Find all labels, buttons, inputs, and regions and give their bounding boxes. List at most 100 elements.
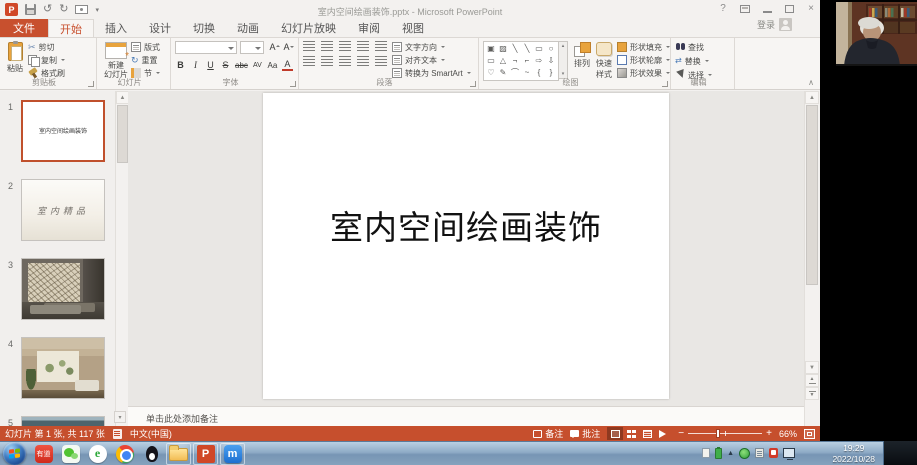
taskbar-360-browser[interactable]: e xyxy=(85,443,110,465)
slide-editing-area[interactable]: 室内空间绘画装饰 xyxy=(128,91,804,406)
tray-battery-icon[interactable] xyxy=(715,448,722,459)
italic-button[interactable]: I xyxy=(190,61,201,70)
shapes-gallery[interactable]: ▣ ▨ ╲ ╲ ▭ ○ ▭ △ ¬ ⌐ ⇨ ⇩ ♡ ✎ ⌒ xyxy=(483,41,559,81)
font-color-button[interactable]: A xyxy=(282,60,293,71)
tray-antivirus-icon[interactable] xyxy=(739,448,750,459)
shape-icon[interactable]: ○ xyxy=(545,43,557,55)
underline-button[interactable]: U xyxy=(205,61,216,70)
tab-animations[interactable]: 动画 xyxy=(226,19,270,37)
tab-file[interactable]: 文件 xyxy=(0,19,48,37)
taskbar-clock[interactable]: 19:29 2022/10/28 xyxy=(832,443,875,464)
slide-sorter-view-button[interactable] xyxy=(623,427,639,440)
thumbnail-image-2[interactable]: 室内精品 xyxy=(21,179,105,241)
taskbar-powerpoint[interactable]: P xyxy=(193,443,218,465)
align-center-icon[interactable] xyxy=(321,56,333,66)
thumbnail-slide-4[interactable]: 4 xyxy=(0,337,115,403)
font-name-combo[interactable] xyxy=(175,41,237,54)
notes-toggle[interactable]: 备注 xyxy=(533,427,563,440)
font-dialog-launcher[interactable] xyxy=(290,81,296,87)
tray-expand-icon[interactable]: ▲ xyxy=(727,450,734,457)
tab-view[interactable]: 视图 xyxy=(391,19,435,37)
text-direction-button[interactable]: 文字方向 xyxy=(392,41,471,53)
scroll-up-icon[interactable]: ▲ xyxy=(805,91,819,104)
thumbnail-scrollbar-thumb[interactable] xyxy=(117,105,128,163)
tab-transitions[interactable]: 切换 xyxy=(182,19,226,37)
shape-icon[interactable]: ¬ xyxy=(509,55,521,67)
shape-icon[interactable]: ⇩ xyxy=(545,55,557,67)
copy-button[interactable]: 复制 xyxy=(28,54,65,66)
scroll-down-icon[interactable]: ▼ xyxy=(805,361,819,374)
zoom-out-button[interactable]: − xyxy=(678,429,684,439)
shape-icon[interactable]: ▣ xyxy=(485,43,497,55)
collapse-ribbon-icon[interactable]: ∧ xyxy=(808,78,814,87)
quick-styles-button[interactable]: 快速样式 xyxy=(593,41,615,81)
thumbnail-slide-3[interactable]: 3 xyxy=(0,258,115,324)
paragraph-dialog-launcher[interactable] xyxy=(470,81,476,87)
zoom-in-button[interactable]: + xyxy=(766,429,772,439)
redo-icon[interactable]: ↻ xyxy=(59,4,68,15)
replace-button[interactable]: ⇄ 替换 xyxy=(675,55,730,67)
shapes-scroll-up-icon[interactable]: ▴ xyxy=(562,43,565,49)
thumbnail-image-4[interactable] xyxy=(21,337,105,399)
notes-collapse-icon[interactable]: ▾ xyxy=(114,411,126,423)
shrink-font-button[interactable]: A xyxy=(281,43,292,52)
thumbnail-slide-2[interactable]: 2 室内精品 xyxy=(0,179,115,245)
spellcheck-icon[interactable] xyxy=(113,429,122,439)
normal-view-button[interactable] xyxy=(607,427,623,440)
taskbar-meeting-app[interactable]: m xyxy=(220,443,245,465)
shape-icon[interactable]: ⌐ xyxy=(521,55,533,67)
find-button[interactable]: 查找 xyxy=(675,41,730,53)
thumbnail-slide-5[interactable]: 5 xyxy=(0,416,115,426)
comments-toggle[interactable]: 批注 xyxy=(570,427,600,440)
thumbnail-slide-1[interactable]: 1 室内空间绘画装饰 xyxy=(0,100,115,166)
save-icon[interactable] xyxy=(25,4,36,15)
character-spacing-button[interactable]: AV xyxy=(252,62,263,69)
strikethrough-button[interactable]: S xyxy=(220,61,231,70)
ribbon-display-options-icon[interactable] xyxy=(740,5,750,13)
align-right-icon[interactable] xyxy=(339,56,351,66)
reading-view-button[interactable] xyxy=(639,427,655,440)
tray-security-icon[interactable] xyxy=(769,448,778,458)
start-button[interactable] xyxy=(3,442,26,465)
justify-icon[interactable] xyxy=(357,56,369,66)
sign-in[interactable]: 登录 xyxy=(757,18,792,31)
slideshow-view-button[interactable] xyxy=(655,427,671,440)
qat-dropdown-icon[interactable]: ▾ xyxy=(95,6,99,14)
vertical-scrollbar[interactable]: ▲ ▼ ▲ ▼ xyxy=(804,91,818,426)
grow-font-button[interactable]: A xyxy=(267,43,278,52)
zoom-slider[interactable] xyxy=(688,433,762,434)
taskbar-wechat[interactable] xyxy=(58,443,83,465)
numbering-icon[interactable] xyxy=(321,41,333,51)
shadow-button[interactable]: abc xyxy=(235,62,248,70)
clipboard-dialog-launcher[interactable] xyxy=(88,81,94,87)
shape-icon[interactable]: ▭ xyxy=(533,43,545,55)
paste-button[interactable]: 粘贴 xyxy=(4,41,26,79)
tray-network-icon[interactable] xyxy=(783,448,795,458)
language-indicator[interactable]: 中文(中国) xyxy=(130,427,172,440)
previous-slide-button[interactable]: ▲ xyxy=(805,374,819,387)
shape-icon[interactable]: ▨ xyxy=(497,43,509,55)
bold-button[interactable]: B xyxy=(175,61,186,70)
shape-icon[interactable]: △ xyxy=(497,55,509,67)
taskbar-file-explorer[interactable] xyxy=(166,443,191,465)
drawing-dialog-launcher[interactable] xyxy=(662,81,668,87)
shape-outline-button[interactable]: 形状轮廓 xyxy=(617,54,670,66)
arrange-button[interactable]: 排列 xyxy=(571,41,593,70)
scrollbar-thumb[interactable] xyxy=(806,105,818,285)
thumbnail-image-1[interactable]: 室内空间绘画装饰 xyxy=(21,100,105,162)
slide-title-text[interactable]: 室内空间绘画装饰 xyxy=(271,201,661,249)
restore-button[interactable] xyxy=(785,5,794,13)
fit-slide-to-window-button[interactable] xyxy=(804,429,815,439)
tab-home[interactable]: 开始 xyxy=(48,19,94,37)
shapes-gallery-scrollbar[interactable]: ▴ ▾ xyxy=(559,41,568,79)
start-slideshow-icon[interactable] xyxy=(75,5,88,14)
shape-icon[interactable]: ▭ xyxy=(485,55,497,67)
cut-button[interactable]: ✂ 剪切 xyxy=(28,41,65,53)
align-left-icon[interactable] xyxy=(303,56,315,66)
line-spacing-icon[interactable] xyxy=(375,41,387,51)
shape-fill-button[interactable]: 形状填充 xyxy=(617,41,670,53)
shape-icon[interactable]: ⇨ xyxy=(533,55,545,67)
show-desktop-button[interactable] xyxy=(883,441,917,465)
taskbar-qq[interactable] xyxy=(139,443,164,465)
notes-placeholder[interactable]: 单击此处添加备注 xyxy=(146,412,218,425)
